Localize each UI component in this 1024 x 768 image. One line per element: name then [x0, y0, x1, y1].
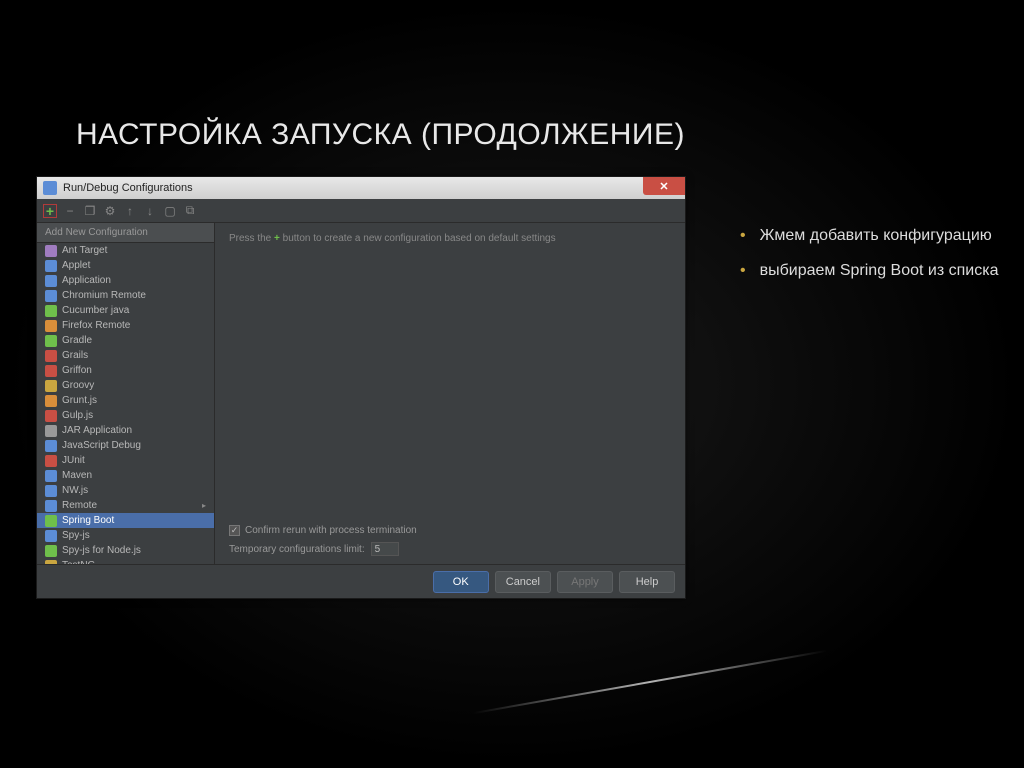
limit-field[interactable]: 5: [371, 542, 399, 556]
config-label: Applet: [62, 260, 90, 271]
config-label: Gradle: [62, 335, 92, 346]
config-label: Remote: [62, 500, 97, 511]
decorative-line: [473, 650, 828, 714]
config-label: Grails: [62, 350, 88, 361]
config-type-item[interactable]: Firefox Remote: [37, 318, 214, 333]
config-label: Firefox Remote: [62, 320, 130, 331]
config-label: JUnit: [62, 455, 85, 466]
config-type-item[interactable]: Groovy: [37, 378, 214, 393]
temp-config-limit: Temporary configurations limit: 5: [229, 542, 671, 556]
confirm-rerun-checkbox[interactable]: ✓ Confirm rerun with process termination: [229, 525, 671, 536]
toolbar: + − ❐ ⚙ ↑ ↓ ▢ ⧉: [37, 199, 685, 223]
config-type-item[interactable]: Application: [37, 273, 214, 288]
config-label: Groovy: [62, 380, 94, 391]
config-icon: [45, 470, 57, 482]
close-button[interactable]: ✕: [643, 177, 685, 195]
copy-config-button[interactable]: ❐: [83, 204, 97, 218]
note-item: Жмем добавить конфигурацию: [740, 226, 1000, 247]
config-type-item[interactable]: Griffon: [37, 363, 214, 378]
config-icon: [45, 410, 57, 422]
config-label: JAR Application: [62, 425, 132, 436]
config-icon: [45, 515, 57, 527]
ok-button[interactable]: OK: [433, 571, 489, 593]
config-icon: [45, 365, 57, 377]
button-bar: OK Cancel Apply Help: [37, 564, 685, 598]
config-type-item[interactable]: NW.js: [37, 483, 214, 498]
config-icon: [45, 500, 57, 512]
config-icon: [45, 560, 57, 565]
config-type-item[interactable]: Grails: [37, 348, 214, 363]
remove-config-button[interactable]: −: [63, 204, 77, 218]
config-label: Cucumber java: [62, 305, 129, 316]
config-type-item[interactable]: JUnit: [37, 453, 214, 468]
window-title: Run/Debug Configurations: [63, 182, 193, 194]
app-icon: [43, 181, 57, 195]
config-type-item[interactable]: Grunt.js: [37, 393, 214, 408]
config-icon: [45, 485, 57, 497]
config-type-item[interactable]: Applet: [37, 258, 214, 273]
config-type-item[interactable]: Gradle: [37, 333, 214, 348]
config-icon: [45, 545, 57, 557]
config-icon: [45, 455, 57, 467]
slide-title: НАСТРОЙКА ЗАПУСКА (ПРОДОЛЖЕНИЕ): [76, 118, 685, 152]
help-button[interactable]: Help: [619, 571, 675, 593]
config-label: Gulp.js: [62, 410, 93, 421]
checkbox-icon: ✓: [229, 525, 240, 536]
config-type-item[interactable]: Chromium Remote: [37, 288, 214, 303]
empty-hint: Press the + button to create a new confi…: [229, 233, 671, 244]
config-icon: [45, 440, 57, 452]
config-label: Grunt.js: [62, 395, 97, 406]
config-type-item[interactable]: Spring Boot: [37, 513, 214, 528]
move-up-button[interactable]: ↑: [123, 204, 137, 218]
config-type-item[interactable]: Cucumber java: [37, 303, 214, 318]
config-label: Griffon: [62, 365, 92, 376]
edit-defaults-button[interactable]: ⚙: [103, 204, 117, 218]
config-label: Ant Target: [62, 245, 107, 256]
config-icon: [45, 245, 57, 257]
config-icon: [45, 305, 57, 317]
config-label: Spy-js: [62, 530, 90, 541]
config-label: JavaScript Debug: [62, 440, 141, 451]
apply-button[interactable]: Apply: [557, 571, 613, 593]
config-icon: [45, 320, 57, 332]
config-type-item[interactable]: TestNG: [37, 558, 214, 564]
config-icon: [45, 275, 57, 287]
config-type-item[interactable]: Spy-js: [37, 528, 214, 543]
config-type-item[interactable]: Ant Target: [37, 243, 214, 258]
config-icon: [45, 380, 57, 392]
config-label: Chromium Remote: [62, 290, 146, 301]
config-type-item[interactable]: Remote ▸: [37, 498, 214, 513]
run-debug-dialog: Run/Debug Configurations ✕ + − ❐ ⚙ ↑ ↓ ▢…: [36, 176, 686, 599]
config-label: Application: [62, 275, 111, 286]
config-icon: [45, 350, 57, 362]
config-icon: [45, 260, 57, 272]
config-label: Maven: [62, 470, 92, 481]
config-type-item[interactable]: Gulp.js: [37, 408, 214, 423]
note-item: выбираем Spring Boot из списка: [740, 261, 1000, 282]
config-label: TestNG: [62, 560, 95, 564]
main-pane: Press the + button to create a new confi…: [215, 223, 685, 564]
config-icon: [45, 395, 57, 407]
popup-header: Add New Configuration: [37, 223, 214, 243]
side-notes: Жмем добавить конфигурацию выбираем Spri…: [740, 226, 1000, 296]
expand-button[interactable]: ⧉: [183, 204, 197, 218]
titlebar[interactable]: Run/Debug Configurations ✕: [37, 177, 685, 199]
config-icon: [45, 530, 57, 542]
config-label: Spy-js for Node.js: [62, 545, 141, 556]
config-label: NW.js: [62, 485, 88, 496]
config-icon: [45, 290, 57, 302]
config-icon: [45, 335, 57, 347]
submenu-arrow-icon: ▸: [202, 501, 206, 510]
cancel-button[interactable]: Cancel: [495, 571, 551, 593]
config-label: Spring Boot: [62, 515, 114, 526]
folder-button[interactable]: ▢: [163, 204, 177, 218]
config-type-item[interactable]: Maven: [37, 468, 214, 483]
add-config-button[interactable]: +: [43, 204, 57, 218]
move-down-button[interactable]: ↓: [143, 204, 157, 218]
config-type-item[interactable]: JavaScript Debug: [37, 438, 214, 453]
config-type-item[interactable]: JAR Application: [37, 423, 214, 438]
config-icon: [45, 425, 57, 437]
config-type-item[interactable]: Spy-js for Node.js: [37, 543, 214, 558]
config-type-popup: Add New Configuration Ant Target Applet Ap…: [37, 223, 215, 564]
